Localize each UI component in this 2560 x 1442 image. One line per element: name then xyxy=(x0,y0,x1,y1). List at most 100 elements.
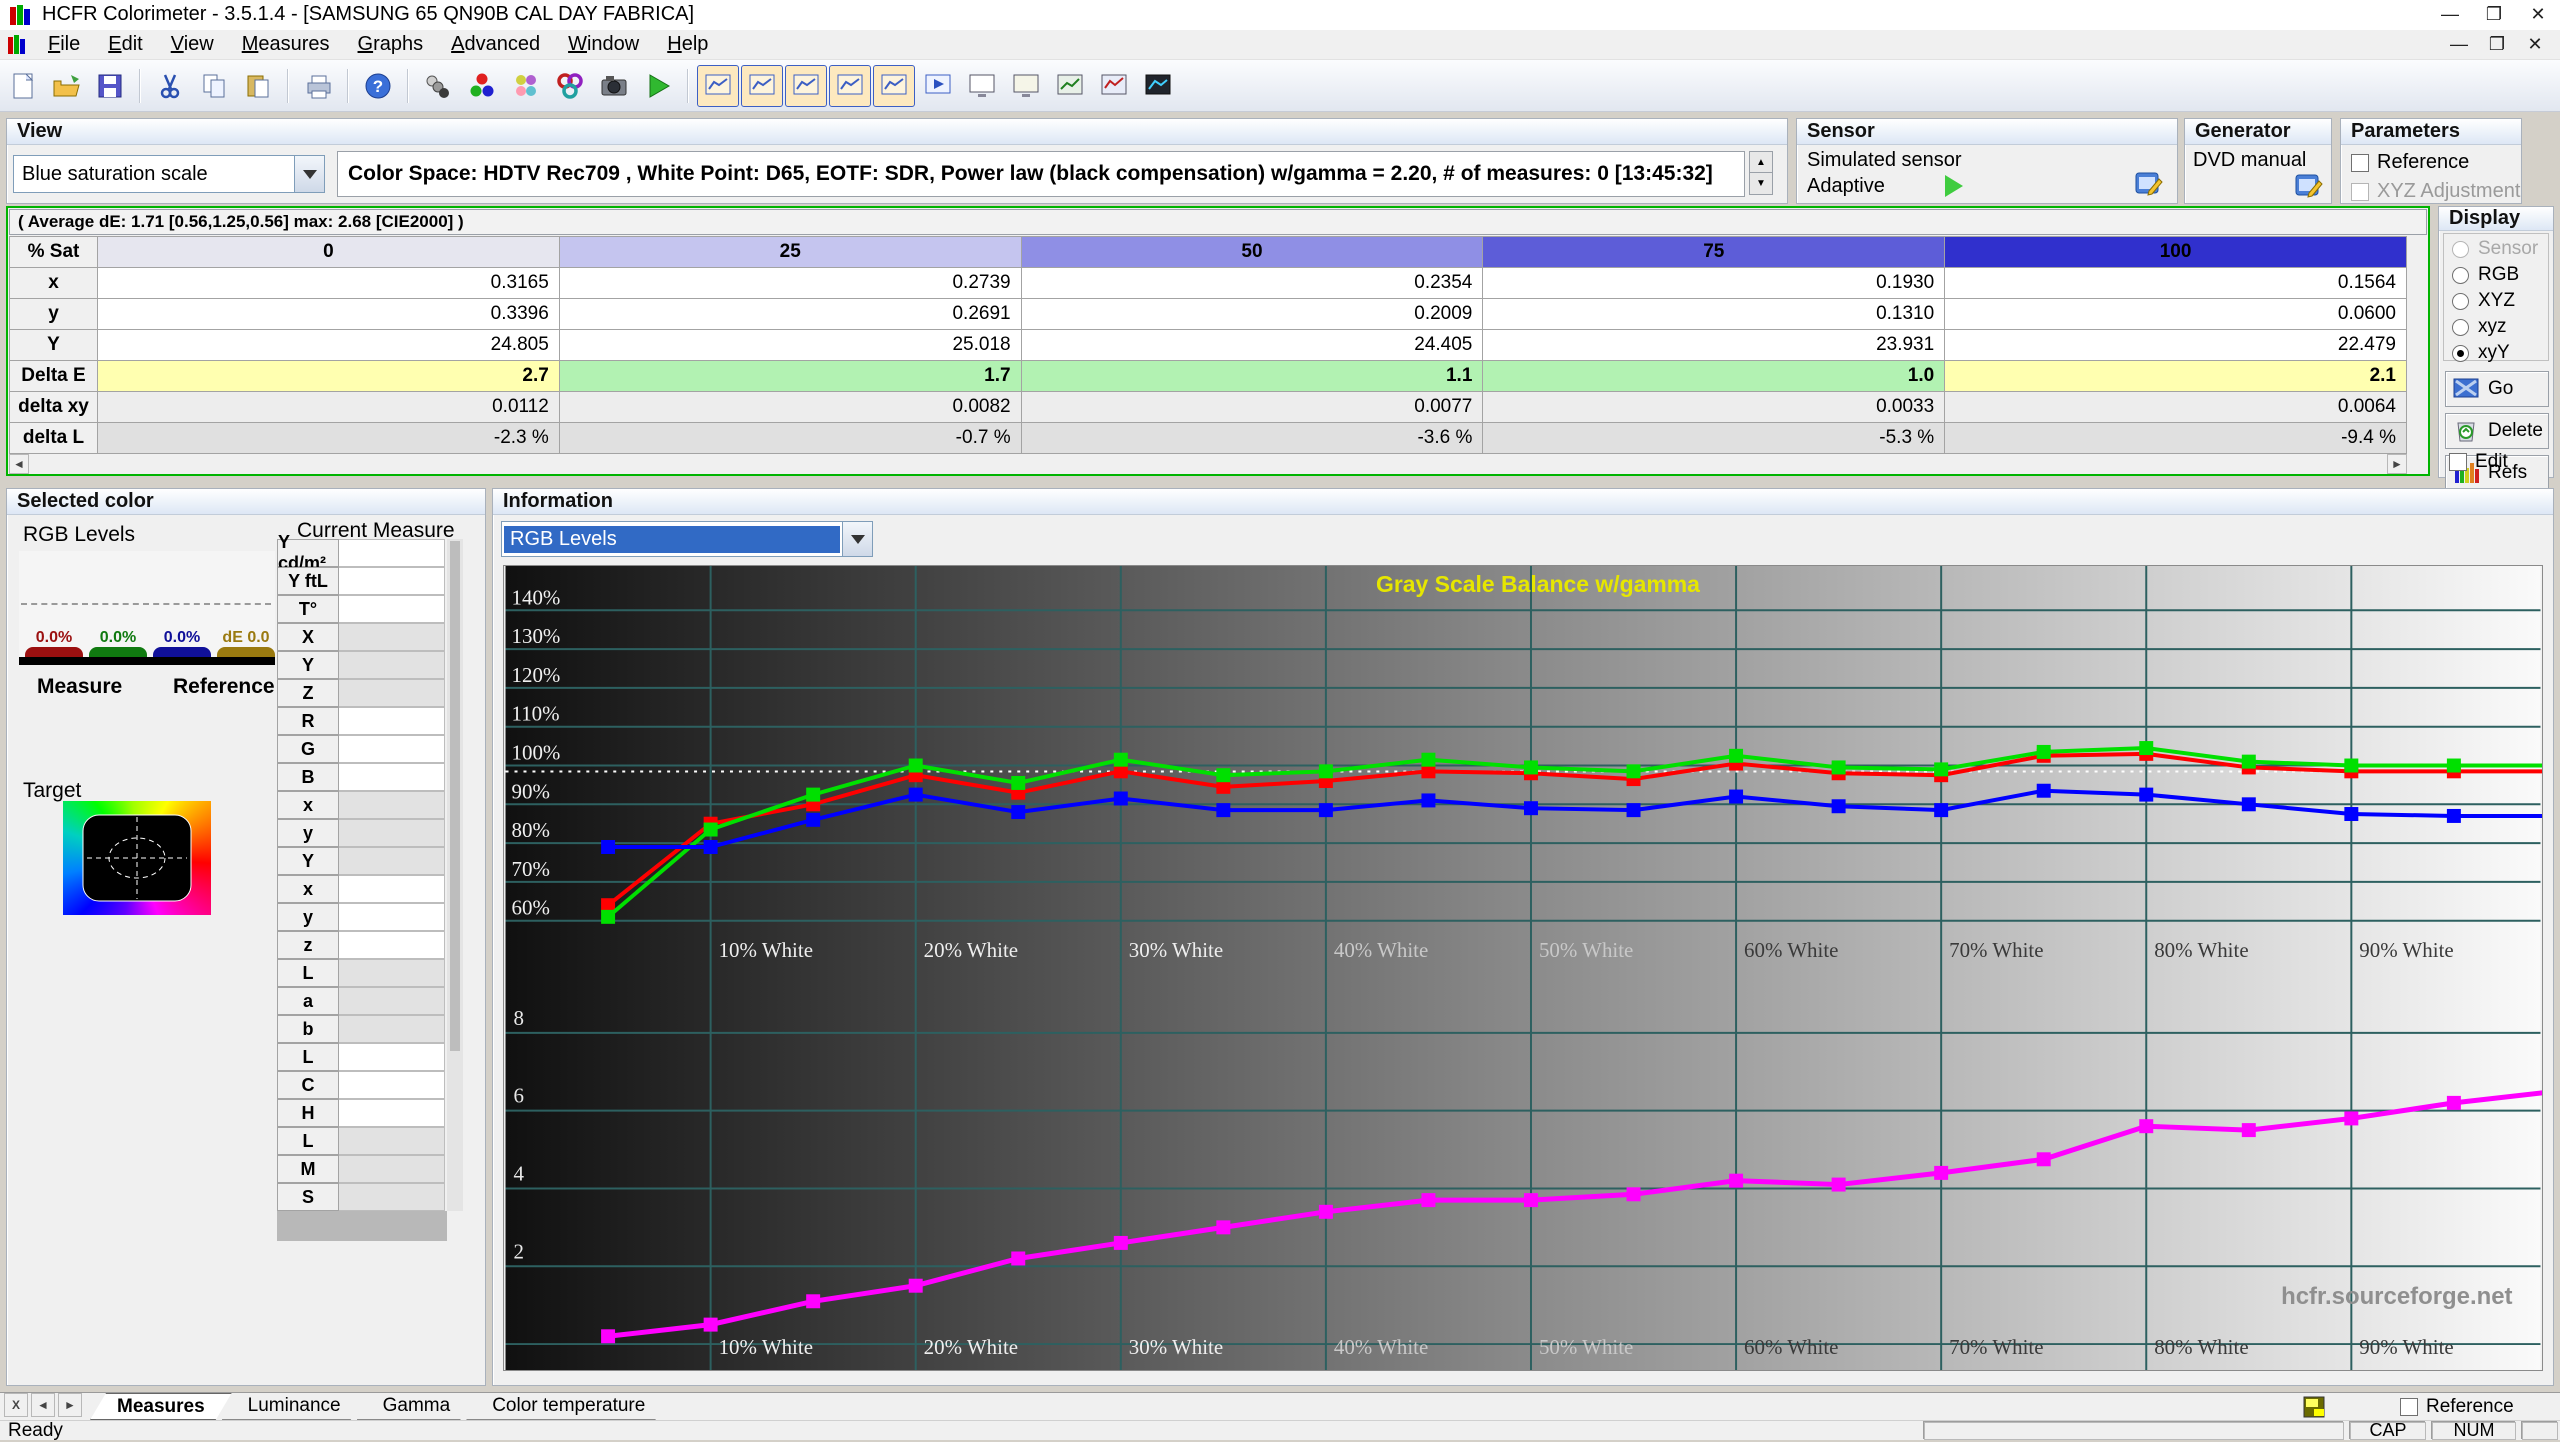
cell-x-25[interactable]: 0.2739 xyxy=(558,267,1022,299)
view-mode-combobox[interactable]: Blue saturation scale xyxy=(13,155,325,193)
measure-row-value[interactable] xyxy=(339,623,445,651)
measure-row-value[interactable] xyxy=(339,1015,445,1043)
column-header-25[interactable]: 25 xyxy=(558,236,1022,268)
close-button[interactable]: ✕ xyxy=(2516,0,2560,28)
cell-Y-0[interactable]: 24.805 xyxy=(97,329,560,361)
copy-button[interactable] xyxy=(193,65,235,107)
rgb-balloons-button[interactable] xyxy=(461,65,503,107)
mdi-close-button[interactable]: ✕ xyxy=(2516,31,2554,57)
cell-deltaL-50[interactable]: -3.6 % xyxy=(1020,422,1484,454)
monitor-1-button[interactable] xyxy=(961,65,1003,107)
cell-x-100[interactable]: 0.1564 xyxy=(1944,267,2407,299)
cell-deltaxy-75[interactable]: 0.0033 xyxy=(1482,391,1946,423)
column-header-100[interactable]: 100 xyxy=(1944,236,2407,268)
display-radio-xyz[interactable]: xyz xyxy=(2452,316,2548,338)
cell-deltaL-0[interactable]: -2.3 % xyxy=(97,422,560,454)
display-radio-xyy[interactable]: xyY xyxy=(2452,342,2548,364)
paste-button[interactable] xyxy=(237,65,279,107)
close-view-icon[interactable]: X xyxy=(4,1393,28,1417)
new-document-button[interactable] xyxy=(1,65,43,107)
cell-deltaL-75[interactable]: -5.3 % xyxy=(1482,422,1946,454)
column-header-50[interactable]: 50 xyxy=(1020,236,1484,268)
chart-screen-1-button[interactable] xyxy=(1049,65,1091,107)
tab-gamma[interactable]: Gamma xyxy=(357,1393,477,1420)
measure-row-value[interactable] xyxy=(339,1099,445,1127)
measure-row-value[interactable] xyxy=(339,875,445,903)
reference-checkbox[interactable]: Reference xyxy=(2400,1396,2514,1418)
measure-row-value[interactable] xyxy=(339,707,445,735)
mdi-minimize-button[interactable]: — xyxy=(2440,31,2478,57)
table-horizontal-scrollbar[interactable]: ◄ ► xyxy=(9,454,2407,474)
measure-row-value[interactable] xyxy=(339,539,445,567)
sensor-play-icon[interactable] xyxy=(1945,175,1963,197)
measure-row-value[interactable] xyxy=(339,1071,445,1099)
measure-row-value[interactable] xyxy=(339,763,445,791)
menu-item-window[interactable]: Window xyxy=(554,31,653,58)
info-spinner[interactable]: ▲ ▼ xyxy=(1749,151,1773,197)
measure-row-value[interactable] xyxy=(339,1043,445,1071)
measure-row-value[interactable] xyxy=(339,819,445,847)
menu-item-file[interactable]: File xyxy=(34,31,94,58)
reference-checkbox[interactable]: Reference xyxy=(2351,151,2521,174)
measure-row-value[interactable] xyxy=(339,735,445,763)
tab-color-temperature[interactable]: Color temperature xyxy=(466,1393,671,1420)
radio-icon[interactable] xyxy=(2452,266,2469,284)
cell-y-75[interactable]: 0.1310 xyxy=(1482,298,1946,330)
spinner-down-icon[interactable]: ▼ xyxy=(1749,173,1773,195)
open-folder-button[interactable] xyxy=(45,65,87,107)
camera-button[interactable] xyxy=(593,65,635,107)
cell-y-50[interactable]: 0.2009 xyxy=(1020,298,1484,330)
cell-Y-75[interactable]: 23.931 xyxy=(1482,329,1946,361)
restore-button[interactable]: ❐ xyxy=(2472,0,2516,28)
sensor-balls-button[interactable] xyxy=(417,65,459,107)
scroll-left-icon[interactable]: ◄ xyxy=(9,454,29,474)
radio-icon[interactable] xyxy=(2452,318,2469,336)
measure-play-button[interactable] xyxy=(637,65,679,107)
cell-y-0[interactable]: 0.3396 xyxy=(97,298,560,330)
measure-row-value[interactable] xyxy=(339,651,445,679)
display-radio-xyz[interactable]: XYZ xyxy=(2452,290,2548,312)
measure-row-value[interactable] xyxy=(339,847,445,875)
color-circles-button[interactable] xyxy=(549,65,591,107)
measure-table-scrollbar[interactable] xyxy=(447,539,463,1211)
information-selector-combobox[interactable]: RGB Levels xyxy=(501,521,873,557)
cell-deltaxy-50[interactable]: 0.0077 xyxy=(1020,391,1484,423)
measure-scrollbar-thumb[interactable] xyxy=(450,541,460,1051)
delete-button[interactable]: Delete xyxy=(2445,413,2549,449)
cell-Y-100[interactable]: 22.479 xyxy=(1944,329,2407,361)
cell-DeltaE-75[interactable]: 1.0 xyxy=(1482,360,1946,392)
radio-icon[interactable] xyxy=(2452,292,2469,310)
cell-deltaxy-0[interactable]: 0.0112 xyxy=(97,391,560,423)
measure-row-value[interactable] xyxy=(339,567,445,595)
print-button[interactable] xyxy=(297,65,339,107)
cut-button[interactable] xyxy=(149,65,191,107)
measure-row-value[interactable] xyxy=(339,931,445,959)
minimize-button[interactable]: — xyxy=(2428,0,2472,28)
balloons-group-button[interactable] xyxy=(505,65,547,107)
information-selector-dropdown-button[interactable] xyxy=(842,522,872,556)
cell-y-100[interactable]: 0.0600 xyxy=(1944,298,2407,330)
menu-item-view[interactable]: View xyxy=(157,31,228,58)
cell-y-25[interactable]: 0.2691 xyxy=(558,298,1022,330)
cell-deltaL-100[interactable]: -9.4 % xyxy=(1944,422,2407,454)
chart-view-1-button[interactable] xyxy=(697,64,739,107)
go-button[interactable]: Go xyxy=(2445,371,2549,407)
cell-deltaxy-100[interactable]: 0.0064 xyxy=(1944,391,2407,423)
cell-x-75[interactable]: 0.1930 xyxy=(1482,267,1946,299)
cell-DeltaE-100[interactable]: 2.1 xyxy=(1944,360,2407,392)
meter-screen-button[interactable] xyxy=(1137,65,1179,107)
measure-row-value[interactable] xyxy=(339,903,445,931)
chart-screen-2-button[interactable] xyxy=(1093,65,1135,107)
chart-view-5-button[interactable] xyxy=(873,64,915,107)
chart-view-2-button[interactable] xyxy=(741,64,783,107)
tab-measures[interactable]: Measures xyxy=(90,1393,232,1420)
monitor-2-button[interactable] xyxy=(1005,65,1047,107)
measure-row-value[interactable] xyxy=(339,1183,445,1211)
sensor-configure-icon[interactable] xyxy=(2135,171,2163,197)
measure-row-value[interactable] xyxy=(339,679,445,707)
edit-checkbox-box[interactable] xyxy=(2449,453,2467,471)
view-mode-dropdown-button[interactable] xyxy=(294,156,324,192)
measure-row-value[interactable] xyxy=(339,1127,445,1155)
cell-deltaxy-25[interactable]: 0.0082 xyxy=(558,391,1022,423)
checkbox-box[interactable] xyxy=(2351,153,2369,172)
